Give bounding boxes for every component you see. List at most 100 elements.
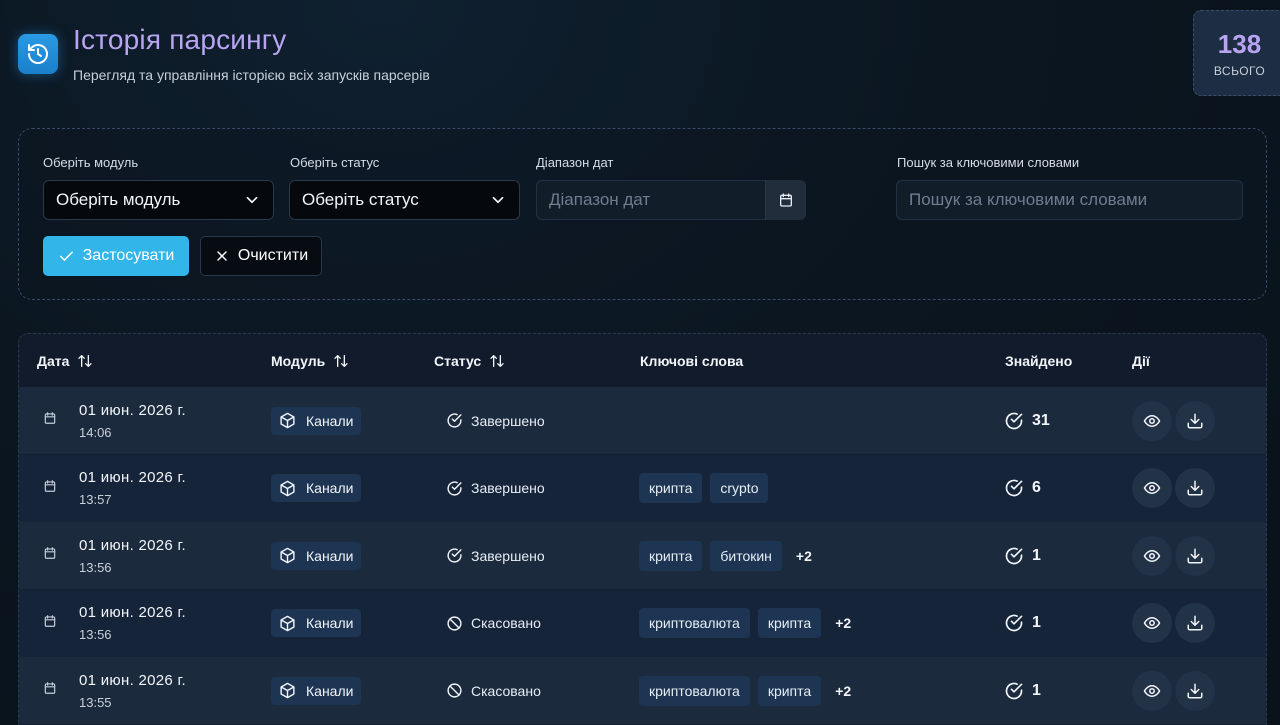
keywords-cell: крипта crypto — [639, 455, 769, 522]
column-header-date[interactable]: Дата — [37, 334, 93, 387]
module-cell: Канали — [271, 657, 362, 724]
module-select[interactable]: Оберіть модуль — [43, 180, 274, 220]
keywords-cell: крипта битокин +2 — [639, 522, 812, 589]
actions-cell — [1132, 522, 1215, 589]
module-chip: Канали — [271, 474, 362, 502]
page-subtitle: Перегляд та управління історією всіх зап… — [73, 67, 430, 83]
view-button[interactable] — [1132, 400, 1172, 441]
download-button[interactable] — [1175, 400, 1215, 441]
eye-icon — [1143, 547, 1161, 565]
module-cell: Канали — [271, 590, 362, 657]
download-button[interactable] — [1175, 603, 1215, 643]
status-label: Завершено — [471, 412, 545, 429]
actions-cell — [1132, 455, 1215, 522]
sort-icon — [78, 354, 93, 367]
download-button[interactable] — [1175, 535, 1215, 576]
clear-button-label: Очистити — [237, 247, 309, 264]
keyword-chip: крипта — [639, 540, 703, 571]
ban-icon — [446, 615, 463, 632]
download-button[interactable] — [1175, 670, 1215, 711]
row-time: 13:55 — [79, 694, 112, 710]
date-filter-label: Діапазон дат — [536, 155, 614, 170]
found-cell: 1 — [1004, 657, 1041, 724]
keywords-more-count: +2 — [795, 547, 812, 564]
check-circle-icon — [1004, 546, 1024, 566]
found-cell: 1 — [1004, 522, 1041, 589]
calendar-icon — [779, 193, 792, 207]
actions-cell — [1132, 387, 1215, 454]
status-select[interactable]: Оберіть статус — [289, 180, 520, 220]
sort-icon — [490, 354, 504, 367]
view-button[interactable] — [1132, 468, 1172, 508]
found-count: 1 — [1032, 681, 1041, 699]
view-button[interactable] — [1132, 670, 1172, 711]
status-label: Скасовано — [471, 615, 541, 631]
keyword-chip: крипта — [757, 608, 822, 638]
download-button[interactable] — [1175, 468, 1215, 508]
date-range-input[interactable] — [537, 190, 765, 210]
search-field — [896, 180, 1243, 220]
history-table: Дата Модуль Статус Ключові слова Знайден… — [18, 333, 1267, 725]
search-input[interactable] — [909, 190, 1229, 210]
status-cell: Завершено — [446, 387, 545, 454]
found-count: 1 — [1032, 546, 1041, 564]
view-button[interactable] — [1132, 603, 1172, 643]
date-range-field — [536, 180, 806, 220]
cube-icon — [279, 682, 296, 699]
page-header: Історія парсингу Перегляд та управління … — [18, 10, 1280, 104]
column-header-found: Знайдено — [1005, 334, 1072, 387]
check-circle-icon — [1004, 613, 1024, 633]
module-label: Канали — [306, 682, 354, 699]
page-title: Історія парсингу — [73, 24, 287, 55]
row-time: 13:57 — [79, 492, 112, 507]
column-header-module[interactable]: Модуль — [271, 334, 349, 387]
row-time: 13:56 — [79, 627, 112, 642]
apply-button[interactable]: Застосувати — [43, 236, 189, 276]
calendar-button[interactable] — [765, 180, 805, 220]
table-row: 01 июн. 2026 г. 14:06 Канали Завершено 31 — [19, 387, 1266, 454]
found-count: 6 — [1032, 479, 1041, 496]
keywords-cell: криптовалюта крипта +2 — [639, 590, 851, 657]
download-icon — [1186, 614, 1204, 632]
module-label: Канали — [306, 480, 354, 496]
date-cell: 01 июн. 2026 г. 13:55 — [43, 657, 186, 724]
column-label: Знайдено — [1005, 352, 1073, 369]
total-label: ВСЬОГО — [1213, 63, 1266, 78]
cube-icon — [279, 480, 296, 497]
module-chip: Канали — [271, 406, 362, 435]
column-header-actions: Дії — [1132, 334, 1150, 387]
keywords-more-count: +2 — [835, 682, 852, 699]
check-circle-icon — [446, 480, 463, 497]
row-date: 01 июн. 2026 г. — [79, 671, 186, 689]
module-cell: Канали — [271, 387, 362, 454]
check-circle-icon — [446, 547, 463, 564]
actions-cell — [1132, 657, 1215, 724]
date-cell: 01 июн. 2026 г. 13:56 — [43, 590, 186, 657]
sort-icon — [334, 354, 348, 367]
module-filter-label: Оберіть модуль — [43, 155, 139, 170]
clear-button[interactable]: Очистити — [200, 236, 322, 276]
download-icon — [1186, 412, 1204, 430]
status-select-value: Оберіть статус — [302, 190, 419, 209]
column-header-status[interactable]: Статус — [434, 334, 505, 387]
found-cell: 6 — [1004, 455, 1041, 522]
view-button[interactable] — [1132, 535, 1172, 576]
filters-panel: Оберіть модуль Оберіть модуль Оберіть ст… — [18, 128, 1267, 300]
module-label: Канали — [306, 412, 354, 429]
search-filter-label: Пошук за ключовими словами — [897, 155, 1080, 170]
keyword-chip: криптовалюта — [639, 608, 750, 638]
status-filter-label: Оберіть статус — [290, 155, 380, 170]
column-label: Дії — [1132, 352, 1150, 369]
keywords-cell: криптовалюта крипта +2 — [639, 657, 851, 724]
calendar-icon — [43, 479, 57, 498]
module-label: Канали — [306, 547, 354, 564]
total-counter: 138 ВСЬОГО — [1193, 10, 1280, 96]
eye-icon — [1143, 412, 1161, 430]
table-header: Дата Модуль Статус Ключові слова Знайден… — [19, 334, 1266, 387]
keyword-chip: крипта — [757, 675, 822, 706]
calendar-icon — [43, 411, 57, 430]
check-circle-icon — [1004, 478, 1024, 498]
status-cell: Скасовано — [446, 590, 541, 657]
check-circle-icon — [1004, 411, 1024, 431]
row-date: 01 июн. 2026 г. — [79, 604, 186, 621]
